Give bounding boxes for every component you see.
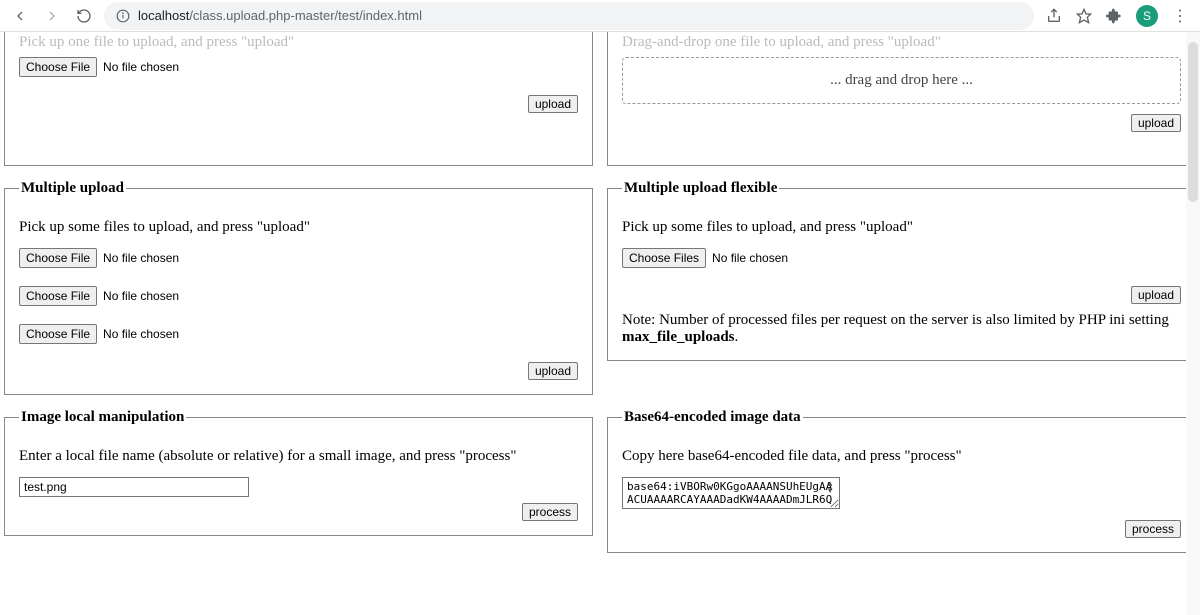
- site-info-icon[interactable]: [116, 9, 130, 23]
- choose-file-button[interactable]: Choose File: [19, 286, 97, 306]
- url-text: localhost/class.upload.php-master/test/i…: [138, 8, 1022, 23]
- file-status: No file chosen: [103, 327, 179, 341]
- panel-desc: Pick up some files to upload, and press …: [19, 219, 578, 236]
- simple-upload-panel: Pick up one file to upload, and press "u…: [4, 32, 593, 166]
- choose-file-button[interactable]: Choose File: [19, 248, 97, 268]
- dropzone[interactable]: ... drag and drop here ...: [622, 57, 1181, 104]
- forward-button[interactable]: [44, 8, 60, 24]
- base64-textarea[interactable]: base64:iVBORw0KGgoAAAANSUhEUgAAACUAAAARC…: [622, 477, 840, 509]
- menu-icon[interactable]: ⋮: [1172, 6, 1188, 26]
- process-button[interactable]: process: [1125, 520, 1181, 538]
- extensions-icon[interactable]: [1106, 8, 1122, 24]
- choose-file-button[interactable]: Choose File: [19, 57, 97, 77]
- panel-desc: Pick up some files to upload, and press …: [622, 219, 1181, 236]
- process-button[interactable]: process: [522, 503, 578, 521]
- upload-button[interactable]: upload: [528, 362, 578, 380]
- local-filename-input[interactable]: [19, 477, 249, 497]
- multiple-upload-panel: Multiple upload Pick up some files to up…: [4, 180, 593, 395]
- panel-desc: Enter a local file name (absolute or rel…: [19, 448, 578, 465]
- bookmark-icon[interactable]: [1076, 8, 1092, 24]
- address-bar[interactable]: localhost/class.upload.php-master/test/i…: [104, 2, 1034, 30]
- panel-legend: Multiple upload flexible: [622, 180, 779, 197]
- image-local-panel: Image local manipulation Enter a local f…: [4, 409, 593, 536]
- note-text: Note: Number of processed files per requ…: [622, 312, 1181, 346]
- choose-files-button[interactable]: Choose Files: [622, 248, 706, 268]
- panel-desc: Copy here base64-encoded file data, and …: [622, 448, 1181, 465]
- file-status: No file chosen: [103, 251, 179, 265]
- browser-toolbar: localhost/class.upload.php-master/test/i…: [0, 0, 1200, 32]
- upload-button[interactable]: upload: [528, 95, 578, 113]
- choose-file-button[interactable]: Choose File: [19, 324, 97, 344]
- scrollbar[interactable]: [1186, 32, 1200, 615]
- upload-button[interactable]: upload: [1131, 286, 1181, 304]
- share-icon[interactable]: [1046, 8, 1062, 24]
- dragdrop-upload-panel: Drag-and-drop one file to upload, and pr…: [607, 32, 1196, 166]
- panel-legend: Base64-encoded image data: [622, 409, 803, 426]
- upload-button[interactable]: upload: [1131, 114, 1181, 132]
- base64-panel: Base64-encoded image data Copy here base…: [607, 409, 1196, 553]
- panel-legend: Multiple upload: [19, 180, 126, 197]
- reload-button[interactable]: [76, 8, 92, 24]
- file-status: No file chosen: [712, 251, 788, 265]
- multiple-upload-flexible-panel: Multiple upload flexible Pick up some fi…: [607, 180, 1196, 361]
- file-status: No file chosen: [103, 289, 179, 303]
- panel-desc: Pick up one file to upload, and press "u…: [19, 34, 578, 51]
- profile-avatar[interactable]: S: [1136, 5, 1158, 27]
- file-status: No file chosen: [103, 60, 179, 74]
- scrollbar-thumb[interactable]: [1188, 42, 1198, 202]
- panel-desc: Drag-and-drop one file to upload, and pr…: [622, 34, 1181, 51]
- back-button[interactable]: [12, 8, 28, 24]
- panel-legend: Image local manipulation: [19, 409, 186, 426]
